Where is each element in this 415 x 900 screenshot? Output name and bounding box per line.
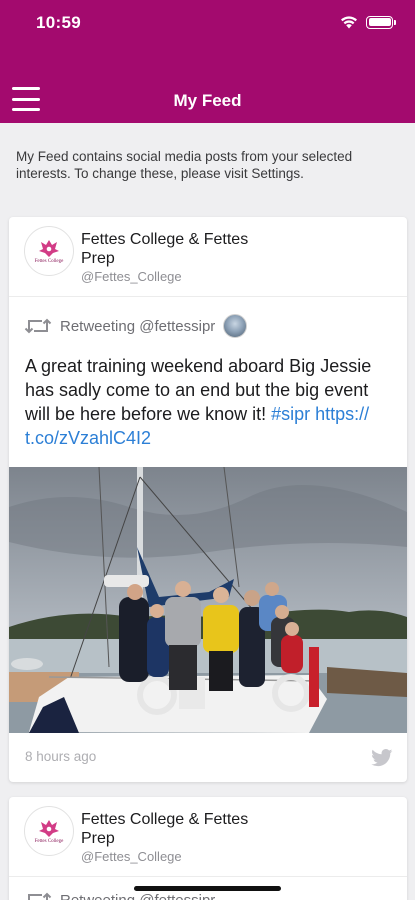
author-avatar[interactable]: Fettes College — [24, 226, 74, 276]
post-header: Fettes College Fettes College & Fettes P… — [9, 217, 407, 297]
author-handle[interactable]: @Fettes_College — [81, 269, 182, 284]
hashtag-link[interactable]: #sipr — [271, 404, 310, 424]
retweet-label[interactable]: Retweeting @fettessipr — [60, 318, 215, 335]
battery-icon — [366, 15, 396, 29]
school-crest-icon — [39, 240, 59, 257]
avatar-caption: Fettes College — [34, 259, 64, 264]
retweet-icon — [24, 318, 52, 334]
page-title: My Feed — [173, 91, 242, 110]
feed-post-card[interactable]: Fettes College Fettes College & Fettes P… — [9, 797, 407, 900]
author-name[interactable]: Fettes College & Fettes Prep — [81, 810, 281, 848]
post-photo[interactable] — [9, 467, 407, 733]
school-crest-icon — [39, 820, 59, 837]
twitter-icon[interactable] — [371, 749, 393, 767]
status-icons — [340, 15, 396, 29]
feed-intro-text: My Feed contains social media posts from… — [16, 149, 353, 181]
author-avatar[interactable]: Fettes College — [24, 806, 74, 856]
nav-bar: My Feed — [0, 48, 415, 123]
post-timestamp: 8 hours ago — [25, 749, 97, 764]
retweet-label[interactable]: Retweeting @fettessipr — [60, 892, 215, 900]
post-header: Fettes College Fettes College & Fettes P… — [9, 797, 407, 877]
retweet-icon — [28, 892, 52, 900]
avatar-caption: Fettes College — [34, 839, 64, 844]
retweeted-user-avatar[interactable] — [223, 314, 248, 338]
author-handle[interactable]: @Fettes_College — [81, 849, 182, 864]
status-time: 10:59 — [36, 13, 81, 32]
retweet-row: Retweeting @fettessipr — [24, 313, 248, 339]
status-bar: 10:59 — [0, 0, 415, 48]
author-name[interactable]: Fettes College & Fettes Prep — [81, 230, 281, 268]
feed-post-card[interactable]: Fettes College Fettes College & Fettes P… — [9, 217, 407, 782]
post-text: A great training weekend aboard Big Jess… — [25, 354, 395, 450]
home-indicator[interactable] — [134, 886, 281, 891]
wifi-icon — [341, 16, 357, 29]
